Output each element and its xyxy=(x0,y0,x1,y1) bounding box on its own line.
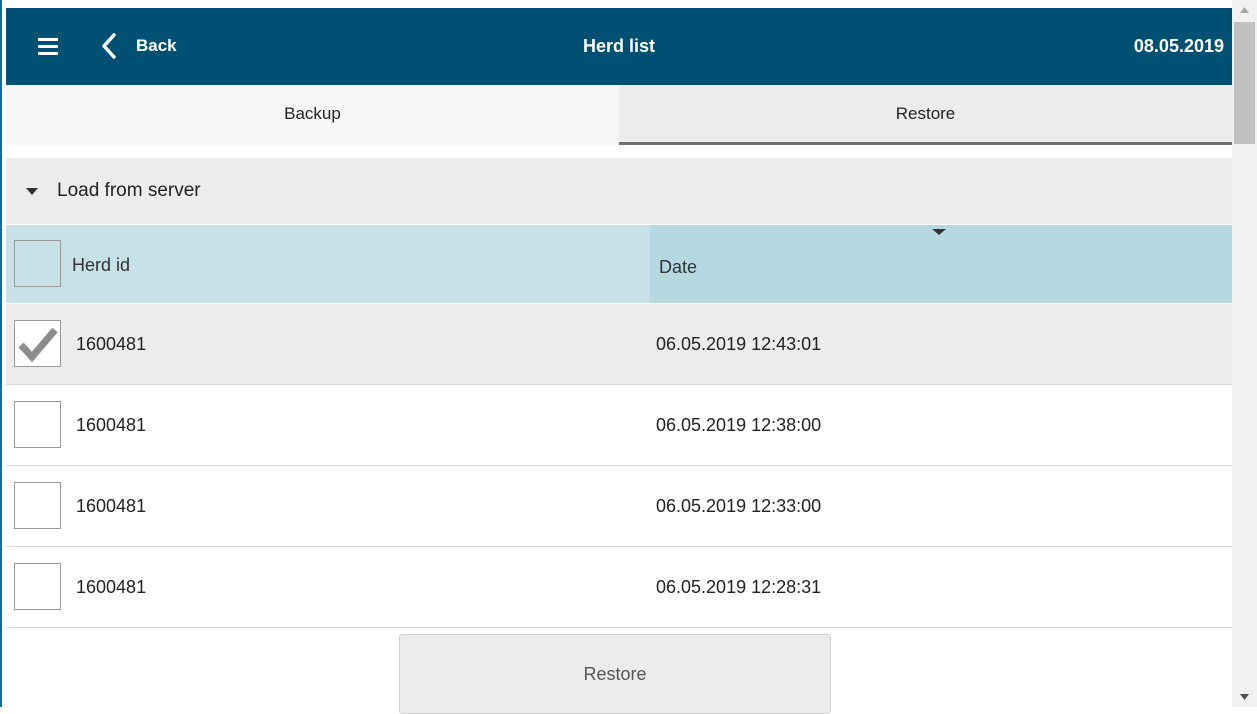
row-checkbox[interactable] xyxy=(14,401,61,448)
cell-date: 06.05.2019 12:38:00 xyxy=(656,415,822,435)
sort-descending-icon xyxy=(932,229,946,235)
vertical-scrollbar[interactable] xyxy=(1232,0,1257,707)
column-header-herd-id[interactable]: Herd id xyxy=(6,225,650,303)
cell-date: 06.05.2019 12:33:00 xyxy=(656,496,822,516)
back-label: Back xyxy=(136,36,177,55)
cell-herd-id: 1600481 xyxy=(76,415,147,435)
scrollbar-thumb[interactable] xyxy=(1234,22,1255,144)
tab-restore[interactable]: Restore xyxy=(619,85,1232,145)
caret-down-icon xyxy=(26,187,38,195)
table-header: Herd id Date xyxy=(6,225,1232,303)
back-button[interactable]: Back xyxy=(98,30,208,62)
header-bar: Back Herd list 08.05.2019 xyxy=(6,8,1232,85)
row-checkbox[interactable] xyxy=(14,482,61,529)
column-label-herd-id: Herd id xyxy=(72,255,131,275)
cell-herd-id: 1600481 xyxy=(76,334,147,354)
chevron-left-icon xyxy=(102,33,116,59)
restore-button[interactable]: Restore xyxy=(399,634,831,714)
checkmark-icon xyxy=(18,327,58,363)
hamburger-menu-icon[interactable] xyxy=(38,38,58,56)
header-date: 08.05.2019 xyxy=(1133,36,1224,56)
table-row[interactable]: 1600481 06.05.2019 12:33:00 xyxy=(6,466,1232,547)
table-row[interactable]: 1600481 06.05.2019 12:28:31 xyxy=(6,547,1232,628)
app-window: Back Herd list 08.05.2019 Backup Restore… xyxy=(0,0,1257,714)
window-edge xyxy=(0,0,2,707)
section-label: Load from server xyxy=(57,180,201,201)
load-from-server-section-toggle[interactable]: Load from server xyxy=(6,158,1232,224)
select-all-checkbox[interactable] xyxy=(14,240,61,287)
column-label-date: Date xyxy=(659,257,698,277)
scroll-up-arrow-icon[interactable] xyxy=(1232,0,1257,20)
cell-herd-id: 1600481 xyxy=(76,577,147,597)
cell-date: 06.05.2019 12:43:01 xyxy=(656,334,822,354)
row-checkbox[interactable] xyxy=(14,320,61,367)
tab-bar: Backup Restore xyxy=(6,85,1232,145)
column-header-date[interactable]: Date xyxy=(650,225,1232,303)
table-row[interactable]: 1600481 06.05.2019 12:43:01 xyxy=(6,304,1232,385)
scroll-down-arrow-icon[interactable] xyxy=(1232,687,1257,707)
cell-herd-id: 1600481 xyxy=(76,496,147,516)
tab-backup[interactable]: Backup xyxy=(6,85,619,145)
table-row[interactable]: 1600481 06.05.2019 12:38:00 xyxy=(6,385,1232,466)
cell-date: 06.05.2019 12:28:31 xyxy=(656,577,822,597)
row-checkbox[interactable] xyxy=(14,563,61,610)
